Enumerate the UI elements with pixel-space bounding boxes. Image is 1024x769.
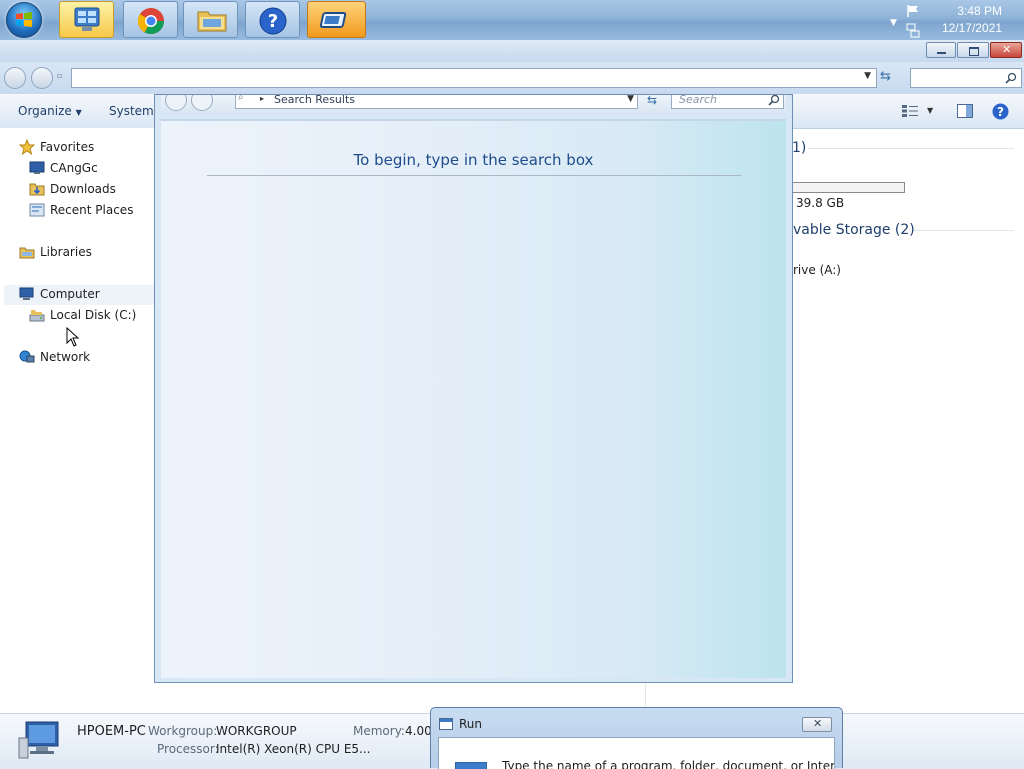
computer-icon	[19, 287, 34, 300]
back-button[interactable]	[4, 67, 26, 89]
svg-text:?: ?	[268, 11, 278, 32]
search-magnifier-icon: ⌕	[238, 95, 244, 103]
change-view-icon[interactable]	[902, 105, 918, 117]
search-refresh-icon[interactable]: ⇆	[647, 95, 657, 107]
nav-computer[interactable]: Computer	[19, 284, 100, 304]
star-icon	[19, 139, 35, 155]
server-manager-icon	[74, 7, 100, 31]
taskbar-explorer-button[interactable]	[183, 1, 238, 38]
group-divider	[808, 148, 1014, 149]
forward-button[interactable]	[31, 67, 53, 89]
organize-menu[interactable]: Organize ▼	[18, 104, 82, 118]
restore-icon	[969, 47, 979, 56]
navigation-pane: Favorites CAngGc Downloads Recent Places…	[0, 128, 154, 713]
disk-usage-bar	[792, 182, 905, 193]
explorer-search-input[interactable]	[910, 68, 1022, 88]
explorer-caption-bar: ✕	[0, 40, 1024, 62]
svg-text:?: ?	[997, 105, 1004, 119]
nav-local-disk-c[interactable]: Local Disk (C:)	[29, 305, 136, 325]
breadcrumb-dropdown-icon[interactable]: ▼	[627, 95, 634, 104]
restore-button[interactable]	[957, 42, 989, 58]
action-center-flag-icon[interactable]	[906, 4, 920, 18]
recent-pages-icon[interactable]: ▫	[57, 71, 62, 80]
mouse-cursor-icon	[66, 327, 80, 347]
nav-favorites[interactable]: Favorites	[19, 137, 94, 157]
network-icon	[19, 350, 35, 363]
folder-icon	[197, 11, 227, 32]
taskbar-help-button[interactable]: ?	[245, 1, 300, 38]
nav-network[interactable]: Network	[19, 347, 90, 367]
run-dialog-icon	[439, 718, 453, 730]
help-icon: ?	[259, 7, 287, 35]
search-forward-button[interactable]	[191, 95, 213, 111]
desktop-icon	[29, 161, 45, 174]
breadcrumb-chevron-icon: ▸	[260, 95, 265, 103]
hard-disk-group-count: 1)	[792, 140, 807, 156]
address-row: ▫ ▼ ⇆	[0, 62, 1024, 94]
libraries-icon	[19, 247, 35, 259]
network-tray-icon[interactable]	[906, 22, 920, 38]
run-dialog-body: Type the name of a program, folder, docu…	[438, 737, 835, 769]
processor-value: Intel(R) Xeon(R) CPU E5...	[216, 742, 371, 756]
search-placeholder: Search	[679, 95, 718, 106]
help-circle-icon[interactable]: ?	[992, 103, 1009, 120]
recent-places-icon	[29, 203, 45, 217]
run-close-button[interactable]: ✕	[802, 717, 832, 732]
run-dialog-title: Run	[459, 717, 483, 731]
nav-favorite-item-recent-places[interactable]: Recent Places	[29, 200, 133, 220]
close-icon: ✕	[813, 717, 823, 730]
hard-drive-icon	[29, 310, 45, 322]
search-back-button[interactable]	[165, 95, 187, 111]
run-dialog: Run ✕ Type the name of a program, folder…	[430, 707, 843, 769]
address-bar[interactable]: ▼	[71, 68, 877, 88]
search-icon	[1005, 72, 1017, 84]
clock-time[interactable]: 3:48 PM	[957, 4, 1002, 18]
search-window-input[interactable]: Search	[671, 95, 784, 109]
search-window-search-icon	[768, 95, 780, 106]
close-icon: ✕	[1002, 43, 1012, 56]
search-window-toolbar: ⌕ ▸ Search Results ▼ ⇆ Search	[161, 95, 786, 115]
window-switcher-icon	[320, 12, 347, 28]
computer-large-icon	[18, 721, 59, 759]
disk-free-space: 39.8 GB	[796, 196, 845, 210]
taskbar-chrome-button[interactable]	[123, 1, 178, 38]
search-results-window: ⌕ ▸ Search Results ▼ ⇆ Search To begin, …	[154, 94, 793, 683]
preview-pane-icon[interactable]	[957, 104, 973, 118]
floppy-drive-a[interactable]: rive (A:)	[793, 263, 841, 277]
search-breadcrumb-bar[interactable]: ⌕ ▸ Search Results ▼	[235, 95, 638, 109]
address-dropdown-icon[interactable]: ▼	[864, 71, 871, 81]
processor-label: Processor:	[157, 742, 219, 756]
minimize-button[interactable]	[926, 42, 956, 58]
group-divider-2	[914, 230, 1014, 231]
system-tray: ▼ 3:48 PM 12/17/2021	[884, 0, 1024, 40]
workgroup-value: WORKGROUP	[216, 724, 297, 738]
nav-favorite-item-downloads[interactable]: Downloads	[29, 179, 116, 199]
refresh-icon[interactable]: ⇆	[880, 69, 891, 84]
start-button[interactable]	[6, 2, 42, 38]
search-empty-message: To begin, type in the search box	[353, 151, 594, 169]
search-message-divider	[207, 175, 741, 176]
search-results-area: To begin, type in the search box	[161, 119, 786, 678]
windows-logo-icon	[16, 12, 32, 27]
memory-label: Memory:	[353, 724, 405, 738]
nav-favorite-item-cangc[interactable]: CAngGc	[29, 158, 98, 178]
clock-date[interactable]: 12/17/2021	[942, 21, 1002, 35]
nav-libraries[interactable]: Libraries	[19, 242, 92, 262]
minimize-icon	[937, 52, 946, 54]
removable-storage-heading: vable Storage (2)	[793, 222, 915, 238]
close-window-button[interactable]: ✕	[990, 42, 1022, 58]
show-hidden-icons-icon[interactable]: ▼	[890, 18, 897, 28]
breadcrumb-search-results[interactable]: Search Results	[274, 95, 355, 106]
taskbar-window-switcher-button[interactable]	[307, 1, 366, 38]
taskbar: ? ▼ 3:48 PM 12/17/2021	[0, 0, 1024, 41]
computer-name: HPOEM-PC	[77, 724, 146, 739]
taskbar-server-manager-button[interactable]	[59, 1, 114, 38]
downloads-folder-icon	[29, 183, 45, 196]
memory-value: 4.00	[405, 724, 432, 738]
chrome-icon	[137, 8, 165, 35]
workgroup-label: Workgroup:	[148, 724, 218, 738]
view-options-dropdown-icon[interactable]: ▼	[927, 106, 933, 115]
